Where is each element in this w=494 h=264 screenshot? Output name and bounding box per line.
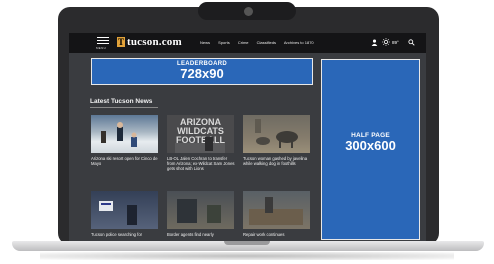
section-title: Latest Tucson News bbox=[90, 98, 153, 105]
webcam-icon bbox=[244, 7, 253, 16]
nav-item-news[interactable]: News bbox=[200, 40, 210, 45]
menu-label[interactable]: MENU bbox=[96, 46, 106, 50]
news-headline-2[interactable]: LB-OL Jalen Cochran to transfer from Ari… bbox=[167, 156, 235, 171]
news-headline-3[interactable]: Tucson woman gashed by javelina while wa… bbox=[243, 156, 311, 166]
news-image-1[interactable] bbox=[91, 115, 158, 153]
browser-screen: MENU T tucson.com News Sports Crime Clas… bbox=[69, 33, 426, 241]
laptop-notch bbox=[224, 241, 270, 245]
weather-temp[interactable]: 89° bbox=[392, 40, 399, 45]
user-icon[interactable] bbox=[371, 39, 378, 46]
site-header: MENU T tucson.com News Sports Crime Clas… bbox=[69, 33, 426, 53]
news-headline-1[interactable]: Arizona ski resort open for Cinco de May… bbox=[91, 156, 159, 166]
leaderboard-ad[interactable]: LEADERBOARD 728x90 bbox=[91, 58, 313, 85]
nav-item-archives[interactable]: Archives to 1870 bbox=[284, 40, 314, 45]
news-headline-5[interactable]: Border agents find nearly bbox=[167, 232, 235, 237]
news-headline-4[interactable]: Tucson police searching for bbox=[91, 232, 159, 237]
search-icon[interactable] bbox=[408, 39, 415, 46]
nav-item-crime[interactable]: Crime bbox=[238, 40, 249, 45]
leaderboard-size: 728x90 bbox=[180, 66, 224, 81]
halfpage-ad[interactable]: HALF PAGE 300x600 bbox=[321, 59, 420, 240]
news-image-3[interactable] bbox=[243, 115, 310, 153]
section-divider bbox=[90, 107, 158, 108]
news-image-5[interactable] bbox=[167, 191, 234, 229]
site-logo[interactable]: tucson.com bbox=[127, 36, 182, 48]
news-image-2[interactable]: ARIZONA WILDCATS FOOTBALL bbox=[167, 115, 234, 153]
nav-item-sports[interactable]: Sports bbox=[218, 40, 230, 45]
sun-icon bbox=[382, 38, 390, 46]
news-headline-6[interactable]: Repair work continues bbox=[243, 232, 311, 237]
halfpage-size: 300x600 bbox=[345, 138, 396, 153]
logo-icon[interactable]: T bbox=[117, 37, 125, 47]
main-nav: News Sports Crime Classifieds Archives t… bbox=[200, 40, 321, 45]
laptop-shadow bbox=[40, 252, 454, 260]
news-image-4[interactable] bbox=[91, 191, 158, 229]
news-image-6[interactable] bbox=[243, 191, 310, 229]
nav-item-classifieds[interactable]: Classifieds bbox=[257, 40, 276, 45]
